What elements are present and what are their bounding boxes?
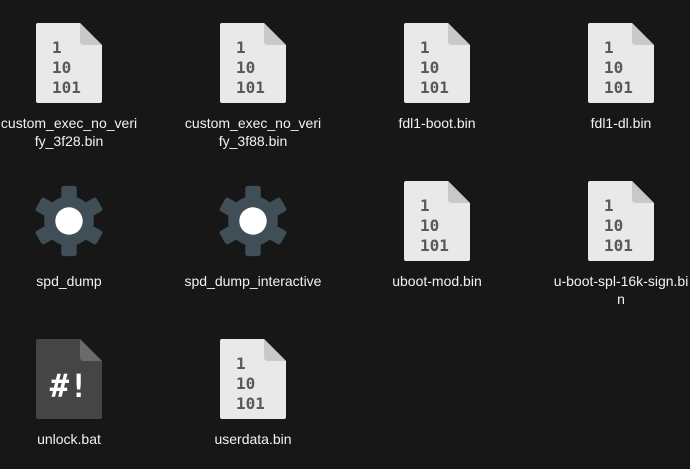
file-label: fdl1-boot.bin [398, 115, 476, 131]
binary-file-icon: 1 10 101 [217, 336, 289, 422]
file-label: spd_dump_interactive [184, 273, 322, 289]
svg-text:101: 101 [420, 78, 449, 97]
svg-text:101: 101 [604, 236, 633, 255]
svg-text:1: 1 [604, 196, 614, 215]
executable-gear-icon [217, 178, 289, 264]
svg-text:1: 1 [420, 196, 430, 215]
svg-text:10: 10 [236, 374, 255, 393]
file-item[interactable]: spd_dump_interactive [178, 178, 328, 290]
svg-text:10: 10 [604, 216, 623, 235]
svg-text:#!: #! [50, 367, 89, 405]
file-item[interactable]: spd_dump [0, 178, 144, 290]
file-grid: 1 10 101 custom_exec_no_verify_3f28.bin … [0, 0, 690, 469]
file-item[interactable]: 1 10 101 u-boot-spl-16k-sign.bin [546, 178, 690, 308]
file-item[interactable]: 1 10 101 fdl1-boot.bin [362, 20, 512, 132]
svg-text:10: 10 [52, 58, 71, 77]
binary-file-icon: 1 10 101 [585, 20, 657, 106]
file-label: custom_exec_no_verify_3f28.bin [0, 115, 138, 149]
file-item[interactable]: #! unlock.bat [0, 336, 144, 448]
svg-text:101: 101 [420, 236, 449, 255]
binary-file-icon: 1 10 101 [33, 20, 105, 106]
file-label: custom_exec_no_verify_3f88.bin [184, 115, 322, 149]
binary-file-icon: 1 10 101 [585, 178, 657, 264]
file-label: unlock.bat [37, 431, 101, 447]
file-item[interactable]: 1 10 101 custom_exec_no_verify_3f88.bin [178, 20, 328, 150]
binary-file-icon: 1 10 101 [401, 20, 473, 106]
file-label: spd_dump [36, 273, 102, 289]
svg-text:10: 10 [420, 58, 439, 77]
svg-text:101: 101 [236, 394, 265, 413]
binary-file-icon: 1 10 101 [401, 178, 473, 264]
file-item[interactable]: 1 10 101 userdata.bin [178, 336, 328, 448]
file-item[interactable]: 1 10 101 fdl1-dl.bin [546, 20, 690, 132]
svg-text:1: 1 [420, 38, 430, 57]
executable-gear-icon [33, 178, 105, 264]
file-label: userdata.bin [214, 431, 292, 447]
svg-text:101: 101 [604, 78, 633, 97]
file-item[interactable]: 1 10 101 custom_exec_no_verify_3f28.bin [0, 20, 144, 150]
binary-file-icon: 1 10 101 [217, 20, 289, 106]
svg-text:1: 1 [604, 38, 614, 57]
svg-text:1: 1 [236, 354, 246, 373]
svg-text:101: 101 [52, 78, 81, 97]
svg-text:10: 10 [236, 58, 255, 77]
svg-text:10: 10 [604, 58, 623, 77]
svg-text:1: 1 [52, 38, 62, 57]
file-item[interactable]: 1 10 101 uboot-mod.bin [362, 178, 512, 290]
file-label: fdl1-dl.bin [590, 115, 652, 131]
file-label: u-boot-spl-16k-sign.bin [553, 273, 689, 307]
svg-text:1: 1 [236, 38, 246, 57]
file-label: uboot-mod.bin [392, 273, 482, 289]
svg-text:10: 10 [420, 216, 439, 235]
svg-text:101: 101 [236, 78, 265, 97]
script-file-icon: #! [33, 336, 105, 422]
